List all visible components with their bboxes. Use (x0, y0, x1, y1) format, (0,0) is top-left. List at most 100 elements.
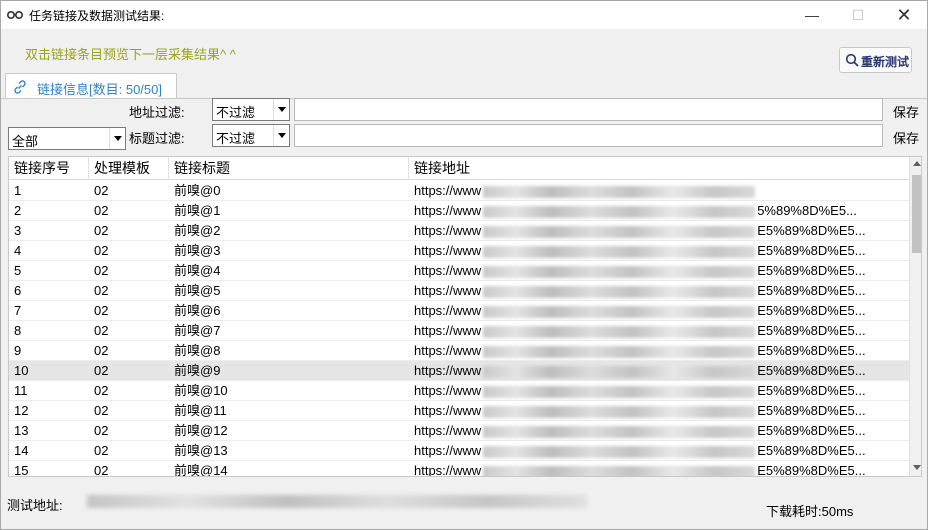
scroll-down-icon[interactable] (913, 465, 921, 470)
table-row[interactable]: 5 02 前嗅@4 https://www E5%89%8D%E5... (9, 261, 909, 281)
table-row[interactable]: 6 02 前嗅@5 https://www E5%89%8D%E5... (9, 281, 909, 301)
column-header-url[interactable]: 链接地址 (409, 157, 909, 180)
retest-button[interactable]: 重新测试 (839, 47, 912, 73)
row-template-cell: 02 (94, 223, 109, 238)
row-url-cell: https://www E5%89%8D%E5... (409, 261, 899, 281)
row-url-prefix: https://www (414, 463, 482, 477)
row-index-cell: 12 (14, 403, 29, 418)
row-url-suffix: E5%89%8D%E5... (757, 383, 866, 398)
redacted-url-segment (483, 225, 756, 238)
row-url-prefix: https://www (414, 343, 482, 358)
row-title-cell: 前嗅@7 (174, 323, 221, 338)
row-template-cell: 02 (94, 283, 109, 298)
title-filter-input[interactable] (294, 124, 883, 147)
row-title-cell: 前嗅@12 (174, 423, 228, 438)
table-row[interactable]: 8 02 前嗅@7 https://www E5%89%8D%E5... (9, 321, 909, 341)
address-filter-input[interactable] (294, 98, 883, 121)
download-time: 下载耗时:50ms (766, 504, 854, 519)
search-icon (845, 53, 859, 67)
table-row[interactable]: 14 02 前嗅@13 https://www E5%89%8D%E5... (9, 441, 909, 461)
redacted-url-segment (483, 325, 756, 338)
row-template-cell: 02 (94, 303, 109, 318)
column-header-index[interactable]: 链接序号 (9, 157, 89, 180)
address-filter-mode-value: 不过滤 (216, 105, 256, 120)
row-template-cell: 02 (94, 323, 109, 338)
redacted-url-segment (483, 365, 756, 378)
table-row[interactable]: 10 02 前嗅@9 https://www E5%89%8D%E5... (9, 361, 909, 381)
retest-label: 重新测试 (861, 55, 910, 69)
redacted-url-segment (483, 445, 756, 458)
row-index-cell: 13 (14, 423, 29, 438)
row-url-prefix: https://www (414, 363, 482, 378)
row-template-cell: 02 (94, 243, 109, 258)
scroll-up-icon[interactable] (913, 161, 921, 166)
table-row[interactable]: 3 02 前嗅@2 https://www E5%89%8D%E5... (9, 221, 909, 241)
redacted-url-segment (483, 465, 756, 476)
row-template-cell: 02 (94, 443, 109, 458)
row-title-cell: 前嗅@10 (174, 383, 228, 398)
row-url-suffix: E5%89%8D%E5... (757, 303, 866, 318)
test-url-label: 测试地址: (7, 498, 63, 513)
app-glasses-icon (7, 11, 23, 19)
table-row[interactable]: 11 02 前嗅@10 https://www E5%89%8D%E5... (9, 381, 909, 401)
row-url-prefix: https://www (414, 303, 482, 318)
row-url-suffix: E5%89%8D%E5... (757, 283, 866, 298)
row-index-cell: 1 (14, 183, 22, 198)
table-row[interactable]: 12 02 前嗅@11 https://www E5%89%8D%E5... (9, 401, 909, 421)
row-title-cell: 前嗅@2 (174, 223, 221, 238)
row-url-cell: https://www E5%89%8D%E5... (409, 401, 899, 421)
row-url-suffix: E5%89%8D%E5... (757, 403, 866, 418)
row-url-suffix: E5%89%8D%E5... (757, 263, 866, 278)
row-url-prefix: https://www (414, 323, 482, 338)
row-template-cell: 02 (94, 183, 109, 198)
close-button[interactable]: ✕ (881, 1, 927, 29)
column-header-template[interactable]: 处理模板 (89, 157, 169, 180)
row-url-cell: https://www E5%89%8D%E5... (409, 281, 899, 301)
row-url-prefix: https://www (414, 203, 482, 218)
row-url-cell: https://www E5%89%8D%E5... (409, 421, 899, 441)
row-index-cell: 10 (14, 363, 29, 378)
scrollbar-thumb[interactable] (912, 175, 921, 253)
row-url-suffix: E5%89%8D%E5... (757, 223, 866, 238)
row-title-cell: 前嗅@3 (174, 243, 221, 258)
row-index-cell: 3 (14, 223, 22, 238)
redacted-url-segment (483, 285, 756, 298)
maximize-button[interactable]: ☐ (835, 1, 881, 29)
row-template-cell: 02 (94, 463, 109, 477)
row-url-cell: https://www E5%89%8D%E5... (409, 441, 899, 461)
row-url-prefix: https://www (414, 263, 482, 278)
address-filter-mode-select[interactable]: 不过滤 (212, 98, 290, 121)
row-url-cell: https://www E5%89%8D%E5... (409, 381, 899, 401)
row-template-cell: 02 (94, 343, 109, 358)
row-template-cell: 02 (94, 423, 109, 438)
test-result-window: 任务链接及数据测试结果: — ☐ ✕ 双击链接条目预览下一层采集结果^ ^ 重新… (0, 0, 928, 530)
row-index-cell: 2 (14, 203, 22, 218)
row-index-cell: 14 (14, 443, 29, 458)
redacted-url-segment (483, 305, 756, 318)
minimize-button[interactable]: — (789, 1, 835, 29)
title-filter-save-button[interactable]: 保存 (893, 128, 919, 147)
row-url-suffix: E5%89%8D%E5... (757, 443, 866, 458)
vertical-scrollbar[interactable] (909, 157, 921, 476)
redacted-url-segment (483, 245, 756, 258)
address-filter-label: 地址过滤: (129, 105, 185, 120)
chevron-down-icon (273, 99, 289, 120)
table-row[interactable]: 7 02 前嗅@6 https://www E5%89%8D%E5... (9, 301, 909, 321)
column-header-title[interactable]: 链接标题 (169, 157, 409, 180)
table-row[interactable]: 13 02 前嗅@12 https://www E5%89%8D%E5... (9, 421, 909, 441)
table-row[interactable]: 1 02 前嗅@0 https://www (9, 181, 909, 201)
table-row[interactable]: 9 02 前嗅@8 https://www E5%89%8D%E5... (9, 341, 909, 361)
row-url-prefix: https://www (414, 423, 482, 438)
table-row[interactable]: 4 02 前嗅@3 https://www E5%89%8D%E5... (9, 241, 909, 261)
table-row[interactable]: 15 02 前嗅@14 https://www E5%89%8D%E5... (9, 461, 909, 477)
redacted-url-segment (483, 345, 756, 358)
table-row[interactable]: 2 02 前嗅@1 https://www 5%89%8D%E5... (9, 201, 909, 221)
row-index-cell: 9 (14, 343, 22, 358)
row-url-prefix: https://www (414, 183, 482, 198)
row-url-prefix: https://www (414, 283, 482, 298)
category-select[interactable]: 全部 (8, 127, 126, 150)
tab-link-info[interactable]: 链接信息[数目: 50/50] (5, 73, 177, 99)
title-filter-mode-select[interactable]: 不过滤 (212, 124, 290, 147)
address-filter-save-button[interactable]: 保存 (893, 102, 919, 121)
row-url-prefix: https://www (414, 443, 482, 458)
